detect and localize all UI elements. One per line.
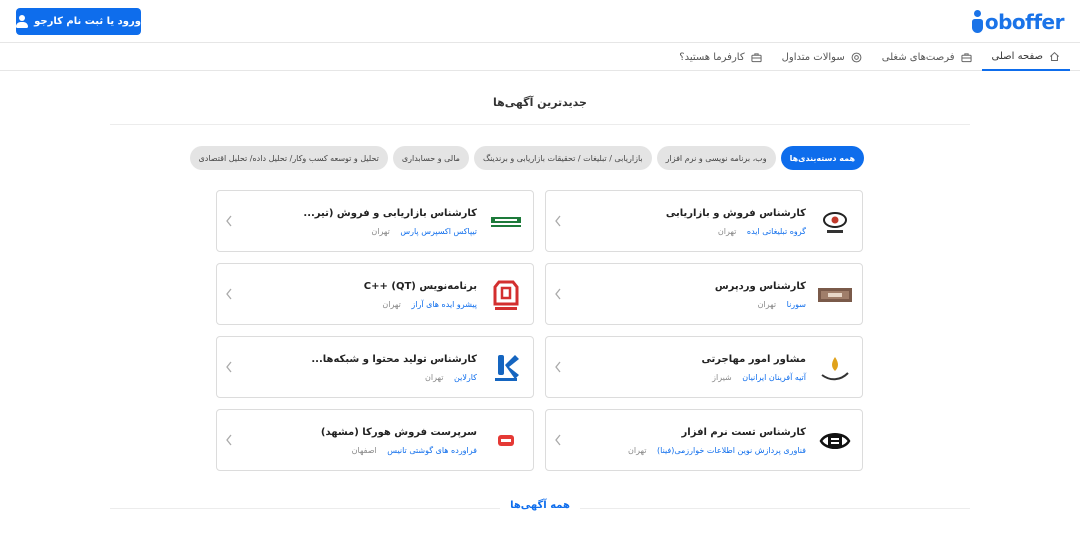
job-title: کارشناس بازاریابی و فروش (تیر... [303,208,477,219]
job-card[interactable]: سرپرست فروش هورکا (مشهد) فراورده های گوش… [216,409,534,471]
login-register-button[interactable]: ورود یا ثبت نام کارجو [16,8,141,35]
chevron-left-icon [226,288,232,300]
company-logo-tipax [487,203,525,241]
login-button-label: ورود یا ثبت نام کارجو [34,16,141,27]
job-meta: کارلاین تهران [425,373,477,382]
chevron-left-icon [555,361,561,373]
company-name[interactable]: فراورده های گوشتی تانیس [387,446,477,455]
chevron-left-icon [226,361,232,373]
nav-item-home[interactable]: صفحه اصلی [981,43,1070,71]
job-card[interactable]: کارشناس فروش و بازاریابی گروه تبلیغاتی ا… [545,190,863,252]
job-meta: پیشرو ایده های آراز تهران [382,300,477,309]
all-jobs-link[interactable]: همه آگهی‌ها [500,500,580,511]
chip-finance[interactable]: مالی و حسابداری [392,146,469,170]
job-meta: آتیه آفرینان ایرانیان شیراز [712,373,806,382]
chip-business-analysis[interactable]: تحلیل و توسعه کسب وکار/ تحلیل داده/ تحلی… [189,146,388,170]
company-name[interactable]: پیشرو ایده های آراز [411,300,477,309]
job-card[interactable]: برنامه‌نویس (QT) ++C پیشرو ایده های آراز… [216,263,534,325]
category-chips: همه دسته‌بندی‌ها وب، برنامه نویسی و نرم … [189,146,864,170]
company-logo-tanis [487,422,525,460]
company-logo-atieh [816,349,854,387]
company-logo-carline [487,349,525,387]
nav-item-faq[interactable]: سوالات متداول [772,43,872,71]
job-city: تهران [371,227,390,236]
job-title: کارشناس فروش و بازاریابی [665,208,806,219]
company-name[interactable]: گروه تبلیغاتی ایده [747,227,806,236]
divider [110,124,970,125]
chip-marketing[interactable]: بازاریابی / تبلیغات / تحقیقات بازاریابی … [473,146,652,170]
main-nav: صفحه اصلی فرصت‌های شغلی سوالات متداول کا… [0,43,1080,71]
nav-item-label: صفحه اصلی [991,50,1043,62]
job-card[interactable]: مشاور امور مهاجرتی آتیه آفرینان ایرانیان… [545,336,863,398]
job-meta: فراورده های گوشتی تانیس اصفهان [352,446,477,455]
job-card[interactable]: کارشناس بازاریابی و فروش (تیر... تیپاکس … [216,190,534,252]
user-icon [16,15,29,28]
company-name[interactable]: تیپاکس اکسپرس پارس [400,227,477,236]
job-title: کارشناس تست نرم افزار [681,427,806,438]
chip-all-categories[interactable]: همه دسته‌بندی‌ها [780,146,864,170]
chevron-left-icon [226,434,232,446]
logo-text: oboffer [984,10,1065,34]
job-city: تهران [628,446,647,455]
job-meta: سورنا تهران [758,300,806,309]
nav-item-label: کارفرما هستید؟ [679,51,745,63]
job-city: شیراز [712,373,732,382]
job-city: تهران [425,373,444,382]
job-city: تهران [757,300,777,309]
job-meta: گروه تبلیغاتی ایده تهران [718,227,806,236]
job-card[interactable]: کارشناس وردپرس سورنا تهران [545,263,863,325]
job-title: کارشناس وردپرس [714,281,806,292]
chevron-left-icon [226,215,232,227]
section-title: جدیدترین آگهی‌ها [493,96,587,109]
all-jobs-row: همه آگهی‌ها [110,500,970,516]
company-name[interactable]: آتیه آفرینان ایرانیان [742,373,806,382]
job-city: اصفهان [351,446,377,455]
job-city: تهران [382,300,401,309]
nav-item-employer[interactable]: کارفرما هستید؟ [669,43,771,71]
home-icon [1050,51,1059,61]
nav-item-jobs[interactable]: فرصت‌های شغلی [872,43,982,71]
job-title: مشاور امور مهاجرتی [701,354,806,365]
job-list: کارشناس فروش و بازاریابی گروه تبلیغاتی ا… [216,190,863,471]
company-logo-eye [816,203,854,241]
job-title: کارشناس تولید محتوا و شبکه‌ها... [311,354,477,365]
job-meta: فناوری پردازش نوین اطلاعات خوارزمی(فینا)… [628,446,806,455]
job-card[interactable]: کارشناس تست نرم افزار فناوری پردازش نوین… [545,409,863,471]
nav-item-label: فرصت‌های شغلی [881,51,955,63]
company-logo-fina [816,422,854,460]
logo-mark-icon [971,10,984,34]
chevron-left-icon [555,434,561,446]
company-name[interactable]: سورنا [787,300,806,309]
company-name[interactable]: کارلاین [454,373,477,382]
chip-web-programming[interactable]: وب، برنامه نویسی و نرم افزار [656,146,776,170]
company-logo-piaraz [487,276,525,314]
chevron-left-icon [555,215,561,227]
top-header: oboffer ورود یا ثبت نام کارجو [0,0,1080,43]
nav-item-label: سوالات متداول [781,51,845,63]
job-meta: تیپاکس اکسپرس پارس تهران [371,227,477,236]
briefcase-icon [751,52,762,62]
support-icon [851,52,862,62]
chevron-left-icon [555,288,561,300]
briefcase-icon [960,52,972,62]
job-title: سرپرست فروش هورکا (مشهد) [320,427,477,438]
company-name[interactable]: فناوری پردازش نوین اطلاعات خوارزمی(فینا) [657,446,806,455]
company-logo-sorena [816,276,854,314]
job-city: تهران [717,227,737,236]
job-card[interactable]: کارشناس تولید محتوا و شبکه‌ها... کارلاین… [216,336,534,398]
job-title: برنامه‌نویس (QT) ++C [363,281,477,292]
site-logo[interactable]: oboffer [971,8,1065,36]
